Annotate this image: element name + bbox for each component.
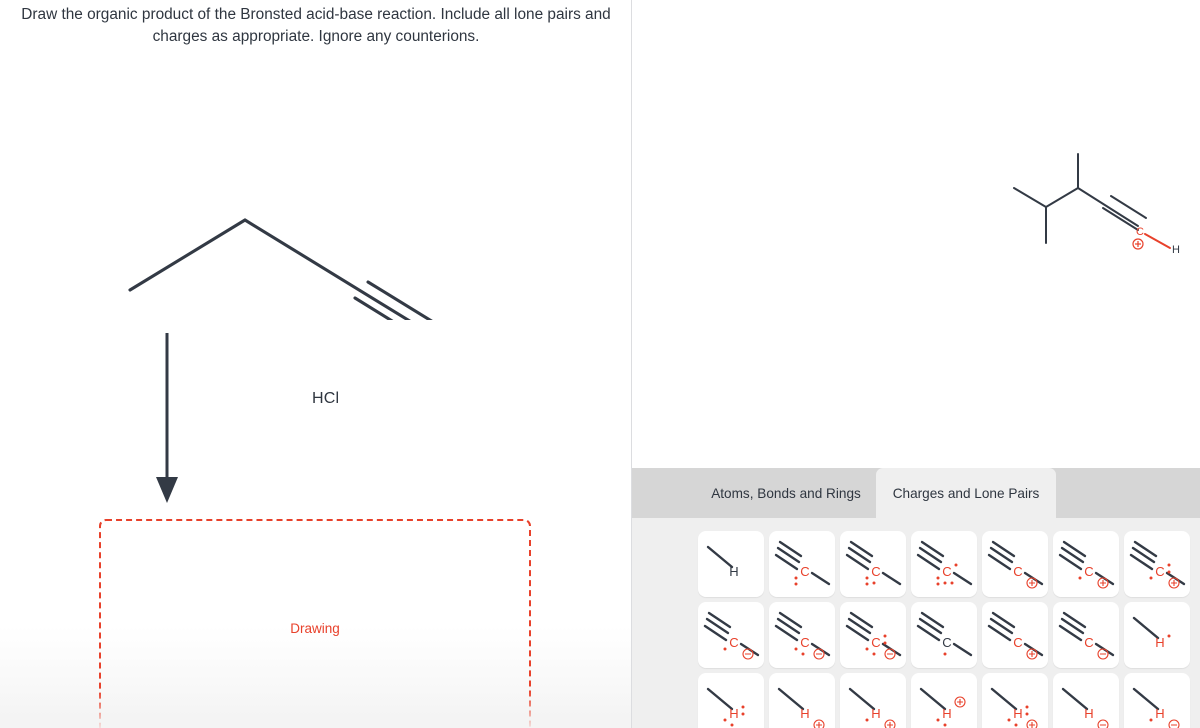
svg-text:C: C: [942, 635, 951, 650]
svg-text:C: C: [1013, 564, 1022, 579]
chemistry-drawing-exercise: Draw the organic product of the Bronsted…: [0, 0, 1200, 728]
product-preview-structure: C H: [990, 140, 1200, 270]
palette-row-2: CCCCCCH: [698, 602, 1190, 668]
palette-row-3: HHHHHHH: [698, 673, 1190, 728]
tile-c-triple-1lp[interactable]: C: [769, 531, 835, 597]
tile-h-3lp[interactable]: H: [698, 673, 764, 728]
preview-carbon-label: C: [1136, 226, 1144, 238]
tile-h-plus-top[interactable]: H: [911, 673, 977, 728]
svg-text:H: H: [871, 706, 880, 721]
svg-text:H: H: [729, 564, 738, 579]
tile-h-lp-plus[interactable]: H: [840, 673, 906, 728]
tile-bond-h[interactable]: H: [698, 531, 764, 597]
svg-text:C: C: [1155, 564, 1164, 579]
tab-atoms-bonds-rings[interactable]: Atoms, Bonds and Rings: [696, 468, 876, 518]
svg-text:C: C: [871, 635, 880, 650]
tile-c-triple-2lp[interactable]: C: [840, 531, 906, 597]
svg-text:H: H: [729, 706, 738, 721]
tile-h-lp-minus[interactable]: H: [1124, 673, 1190, 728]
tile-c-triple-minus-lp[interactable]: C: [840, 602, 906, 668]
svg-text:H: H: [1155, 706, 1164, 721]
drawing-canvas[interactable]: C H: [632, 0, 1200, 468]
palette-tab-bar: Atoms, Bonds and Rings Charges and Lone …: [632, 468, 1200, 518]
question-panel: Draw the organic product of the Bronsted…: [0, 0, 632, 728]
palette-row-1: HCCCCCC: [698, 531, 1190, 597]
svg-text:H: H: [942, 706, 951, 721]
tile-c-triple-plus-lp[interactable]: C: [1053, 531, 1119, 597]
svg-text:H: H: [1013, 706, 1022, 721]
tab-bar-spacer: [632, 468, 696, 518]
svg-text:H: H: [1155, 635, 1164, 650]
svg-text:C: C: [1084, 635, 1093, 650]
svg-text:C: C: [1013, 635, 1022, 650]
tile-c-triple-minus-2[interactable]: C: [769, 602, 835, 668]
preview-hydrogen-label: H: [1172, 244, 1180, 256]
tool-palette: H C C C C C C C C C C C C H H H H H H H H: [632, 518, 1200, 728]
reactant-structure: C :: [0, 90, 631, 374]
tile-h-plus[interactable]: H: [769, 673, 835, 728]
reagent-label: HCl: [312, 390, 340, 407]
svg-text:C: C: [942, 564, 951, 579]
tile-c-triple-plus-2lp[interactable]: C: [1124, 531, 1190, 597]
svg-text:C: C: [729, 635, 738, 650]
tile-h-minus[interactable]: H: [1053, 673, 1119, 728]
question-prompt: Draw the organic product of the Bronsted…: [21, 6, 611, 45]
svg-text:C: C: [1084, 564, 1093, 579]
answer-drawing-area[interactable]: Drawing: [99, 519, 531, 728]
tile-h-2lp-plus[interactable]: H: [982, 673, 1048, 728]
tile-h-radical[interactable]: H: [1124, 602, 1190, 668]
tile-c-triple-plus-b[interactable]: C: [982, 602, 1048, 668]
svg-text:C: C: [800, 564, 809, 579]
drawing-placeholder-label: Drawing: [290, 621, 340, 636]
svg-text:H: H: [1084, 706, 1093, 721]
tile-c-triple-plus[interactable]: C: [982, 531, 1048, 597]
svg-text:C: C: [800, 635, 809, 650]
tile-c-triple-3lp[interactable]: C: [911, 531, 977, 597]
tile-c-triple-radical[interactable]: C: [911, 602, 977, 668]
svg-text:C: C: [871, 564, 880, 579]
tab-charges-lone-pairs[interactable]: Charges and Lone Pairs: [876, 468, 1056, 518]
tile-c-triple-minus[interactable]: C: [698, 602, 764, 668]
svg-text:H: H: [800, 706, 809, 721]
editor-panel: C H Atoms, Bonds and Rings Charges and L…: [632, 0, 1200, 728]
reaction-arrow: [0, 325, 631, 515]
tile-c-triple-minus-b[interactable]: C: [1053, 602, 1119, 668]
